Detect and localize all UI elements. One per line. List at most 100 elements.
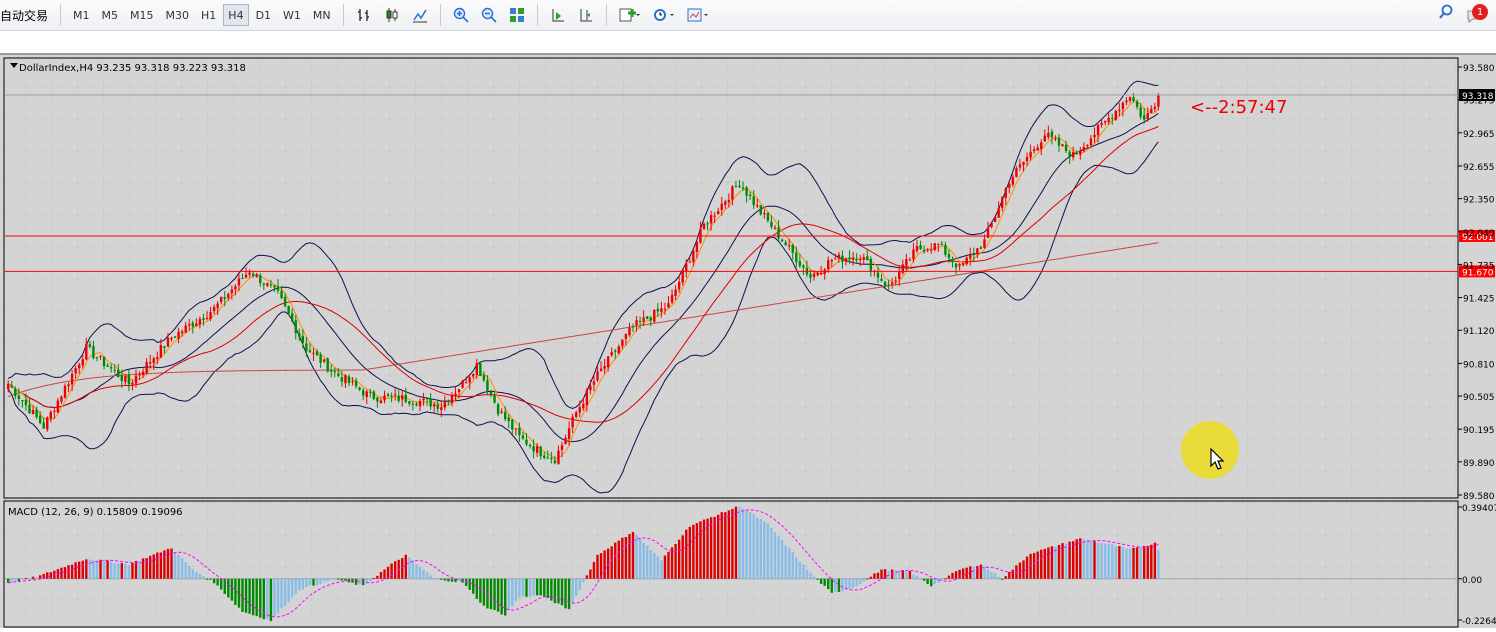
macd-bar [518,578,521,598]
candle-body [599,368,603,372]
candle-body [166,337,170,347]
candle-body [961,263,965,266]
macd-bar [60,567,63,579]
candle-body [606,356,610,368]
tf-m30-button[interactable]: M30 [161,4,195,26]
candle-body [514,428,518,430]
macd-bar [315,578,319,586]
macd-bar [120,563,123,579]
candle-body [944,244,947,255]
tf-m15-button[interactable]: M15 [125,4,159,26]
candle-body [397,395,400,401]
macd-header: MACD (12, 26, 9) 0.15809 0.19096 [8,507,183,518]
candle-body [926,249,929,251]
autoscroll-icon[interactable] [545,4,571,26]
toolbar-separator [536,4,538,26]
candle-body [369,391,372,393]
macd-bar [259,578,262,618]
macd-bar [330,578,333,580]
tile-windows-icon[interactable] [504,4,530,26]
candle-body [372,391,376,400]
macd-bar [500,578,503,615]
macd-bar [322,578,326,582]
notification-icon[interactable]: 1 [1466,4,1488,24]
macd-bar [88,559,92,579]
candle-body [535,446,539,453]
chart-window[interactable]: 92.001 91.670 93.580 93.275 92.965 92.655 92.… [0,53,1496,628]
indicators-icon[interactable] [614,4,646,26]
macd-bar [940,578,944,580]
macd-bar [688,526,691,579]
macd-bar [610,546,613,579]
candle-body [788,245,791,247]
candle-body [997,208,1000,218]
tf-m1-button[interactable]: M1 [68,4,95,26]
macd-bar [127,565,131,579]
search-icon[interactable] [1438,4,1454,24]
macd-bar [415,563,418,579]
macd-bar [656,556,660,579]
candlestick-icon[interactable] [379,4,405,26]
candle-body [109,366,113,369]
price-tick-label: 91.735 [1463,261,1495,271]
macd-bar [905,571,908,579]
tf-d1-button[interactable]: D1 [251,4,276,26]
candle-body [745,187,748,196]
candle-body [500,411,503,413]
macd-bar [532,578,535,596]
candle-body [841,255,844,262]
tf-m5-button[interactable]: M5 [97,4,124,26]
candle-body [1064,144,1068,152]
macd-bar [319,578,322,584]
macd-bar [1114,546,1117,579]
candle-body [954,263,958,268]
templates-icon[interactable] [682,4,714,26]
tf-w1-button[interactable]: W1 [278,4,306,26]
candle-body [220,296,223,303]
candle-body [571,416,574,428]
macd-bar [756,517,759,579]
bar-chart-icon[interactable] [351,4,377,26]
macd-bar [1064,543,1068,579]
macd-bar [191,569,194,579]
tf-h1-button[interactable]: H1 [196,4,221,26]
candle-body [333,371,336,373]
macd-bar [670,547,674,579]
macd-bar [585,575,589,579]
macd-bar [468,578,471,590]
candle-body [390,395,393,397]
chart-shift-icon[interactable] [573,4,599,26]
price-tick-label: 90.195 [1463,426,1495,436]
periods-clock-icon[interactable] [648,4,680,26]
macd-bar [851,578,855,588]
candle-body [550,458,553,460]
macd-bar [933,578,936,585]
line-chart-icon[interactable] [407,4,433,26]
macd-bar [859,578,862,585]
candle-body [124,376,127,382]
tf-h4-button[interactable]: H4 [223,4,249,26]
candle-body [706,223,709,225]
candle-body [1043,135,1046,142]
candle-body [205,317,209,319]
chart-canvas[interactable]: 92.00191.670 93.58093.27592.96592.65592.… [0,55,1496,628]
tf-mn-button[interactable]: MN [308,4,336,26]
macd-bar [450,578,454,582]
macd-bar [763,521,766,579]
autotrading-button[interactable]: 自动交易 [0,7,54,24]
zoom-out-icon[interactable] [476,4,502,26]
macd-bar [624,537,628,579]
macd-bar [727,510,731,579]
candle-body [383,395,386,401]
candle-body [1082,147,1086,151]
macd-bar [10,578,13,583]
macd-bar [141,558,145,579]
candle-body [1057,137,1061,146]
candle-body [436,404,439,409]
zoom-in-icon[interactable] [448,4,474,26]
macd-bar [156,552,159,579]
macd-bar [1043,548,1046,579]
candle-body [251,273,255,276]
candle-body [1075,152,1078,154]
macd-bar [947,575,951,579]
